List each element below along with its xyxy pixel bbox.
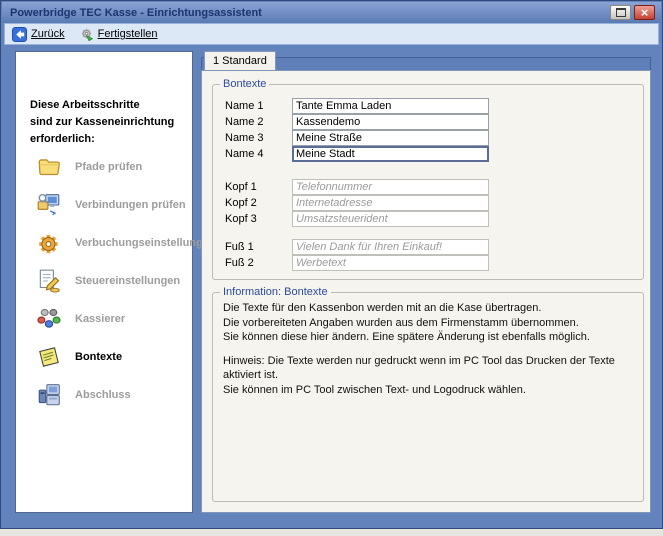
content-area: 1 Standard Bontexte Name 1 bbox=[201, 51, 651, 513]
finish-gear-icon bbox=[79, 27, 94, 42]
sidebar-step-item: Steuereinstellungen bbox=[36, 262, 188, 300]
fuss-fields-group: Fuß 1 Fuß 2 bbox=[225, 239, 633, 271]
toolbar-button[interactable]: Zurück bbox=[12, 27, 65, 42]
information-groupbox: Information: Bontexte Die Texte für den … bbox=[212, 292, 644, 502]
field-input[interactable] bbox=[292, 146, 489, 162]
window-controls: × bbox=[610, 5, 661, 20]
sidebar-heading: Diese Arbeitsschritte sind zur Kassenein… bbox=[30, 97, 186, 148]
sidebar-step-item: Kassierer bbox=[36, 300, 188, 338]
window-title: Powerbridge TEC Kasse - Einrichtungsassi… bbox=[2, 7, 262, 19]
sidebar-step-label: Bontexte bbox=[75, 351, 122, 363]
app-window: Powerbridge TEC Kasse - Einrichtungsassi… bbox=[0, 0, 663, 529]
computer-search-icon bbox=[36, 192, 62, 218]
field-label: Kopf 3 bbox=[225, 213, 292, 225]
information-line: Sie können diese hier ändern. Eine späte… bbox=[223, 330, 633, 345]
bontexte-groupbox: Bontexte Name 1 Name 2 bbox=[212, 84, 644, 280]
name-fields-group: Name 1 Name 2 Name 3 bbox=[225, 98, 633, 162]
field-label: Fuß 1 bbox=[225, 241, 292, 253]
form-row: Name 1 bbox=[225, 98, 633, 114]
field-label: Kopf 1 bbox=[225, 181, 292, 193]
field-input[interactable] bbox=[292, 130, 489, 146]
form-row: Fuß 1 bbox=[225, 239, 633, 255]
document-edit-icon bbox=[36, 268, 62, 294]
sidebar-heading-line: erforderlich: bbox=[30, 131, 186, 148]
close-icon: × bbox=[641, 6, 649, 19]
sidebar-step-label: Pfade prüfen bbox=[75, 161, 142, 173]
sidebar-step-label: Steuereinstellungen bbox=[75, 275, 180, 287]
bontexte-form: Name 1 Name 2 Name 3 bbox=[225, 98, 633, 271]
sidebar-heading-line: sind zur Kasseneinrichtung bbox=[30, 114, 186, 131]
information-text: Die Texte für den Kassenbon werden mit a… bbox=[223, 301, 633, 397]
form-row: Kopf 1 bbox=[225, 179, 633, 195]
sidebar-step-item: Bontexte bbox=[36, 338, 188, 376]
field-input[interactable] bbox=[292, 211, 489, 227]
note-icon bbox=[36, 344, 62, 370]
people-icon bbox=[36, 306, 62, 332]
folder-icon bbox=[36, 154, 62, 180]
wizard-steps-sidebar: Diese Arbeitsschritte sind zur Kassenein… bbox=[15, 51, 193, 513]
close-button[interactable]: × bbox=[634, 5, 655, 20]
gear-icon bbox=[36, 230, 62, 256]
sidebar-step-item: Verbindungen prüfen bbox=[36, 186, 188, 224]
information-line: Hinweis: Die Texte werden nur gedruckt w… bbox=[223, 354, 633, 383]
information-line: Sie können im PC Tool zwischen Text- und… bbox=[223, 383, 633, 398]
toolbar-button-label: Fertigstellen bbox=[98, 28, 158, 40]
information-line: Die vorbereiteten Angaben wurden aus dem… bbox=[223, 316, 633, 331]
toolbar-button[interactable]: Fertigstellen bbox=[79, 27, 158, 42]
sidebar-step-label: Verbuchungseinstellungen bbox=[75, 237, 216, 249]
screen: Powerbridge TEC Kasse - Einrichtungsassi… bbox=[0, 0, 663, 536]
computer-disk-icon bbox=[36, 382, 62, 408]
sidebar-step-item: Verbuchungseinstellungen bbox=[36, 224, 188, 262]
field-label: Fuß 2 bbox=[225, 257, 292, 269]
restore-icon bbox=[616, 8, 626, 17]
titlebar: Powerbridge TEC Kasse - Einrichtungsassi… bbox=[2, 2, 661, 23]
bontexte-group-title: Bontexte bbox=[220, 78, 269, 91]
information-group-title: Information: Bontexte bbox=[220, 286, 331, 299]
sidebar-step-list: Pfade prüfen Verbindungen prüfen Verbuch… bbox=[36, 148, 188, 414]
tab-panel: Bontexte Name 1 Name 2 bbox=[201, 70, 651, 513]
field-label: Name 1 bbox=[225, 100, 292, 112]
field-label: Kopf 2 bbox=[225, 197, 292, 209]
information-line: Die Texte für den Kassenbon werden mit a… bbox=[223, 301, 633, 316]
form-row: Kopf 3 bbox=[225, 211, 633, 227]
form-row: Name 4 bbox=[225, 146, 633, 162]
form-row: Name 3 bbox=[225, 130, 633, 146]
field-input[interactable] bbox=[292, 195, 489, 211]
sidebar-step-label: Verbindungen prüfen bbox=[75, 199, 186, 211]
field-label: Name 3 bbox=[225, 132, 292, 144]
field-input[interactable] bbox=[292, 98, 489, 114]
form-row: Fuß 2 bbox=[225, 255, 633, 271]
field-input[interactable] bbox=[292, 179, 489, 195]
tab-standard[interactable]: 1 Standard bbox=[204, 51, 276, 70]
information-line bbox=[223, 345, 633, 354]
form-row: Kopf 2 bbox=[225, 195, 633, 211]
field-input[interactable] bbox=[292, 114, 489, 130]
sidebar-step-item: Pfade prüfen bbox=[36, 148, 188, 186]
kopf-fields-group: Kopf 1 Kopf 2 Kopf 3 bbox=[225, 179, 633, 227]
sidebar-step-label: Kassierer bbox=[75, 313, 125, 325]
desktop-edge bbox=[0, 529, 663, 536]
restore-button[interactable] bbox=[610, 5, 631, 20]
back-arrow-icon bbox=[12, 27, 27, 42]
toolbar-button-label: Zurück bbox=[31, 28, 65, 40]
field-label: Name 2 bbox=[225, 116, 292, 128]
field-label: Name 4 bbox=[225, 148, 292, 160]
field-input[interactable] bbox=[292, 255, 489, 271]
toolbar: Zurück Fertigstellen bbox=[4, 23, 659, 45]
sidebar-step-item: Abschluss bbox=[36, 376, 188, 414]
sidebar-heading-line: Diese Arbeitsschritte bbox=[30, 97, 186, 114]
field-input[interactable] bbox=[292, 239, 489, 255]
form-row: Name 2 bbox=[225, 114, 633, 130]
sidebar-step-label: Abschluss bbox=[75, 389, 131, 401]
